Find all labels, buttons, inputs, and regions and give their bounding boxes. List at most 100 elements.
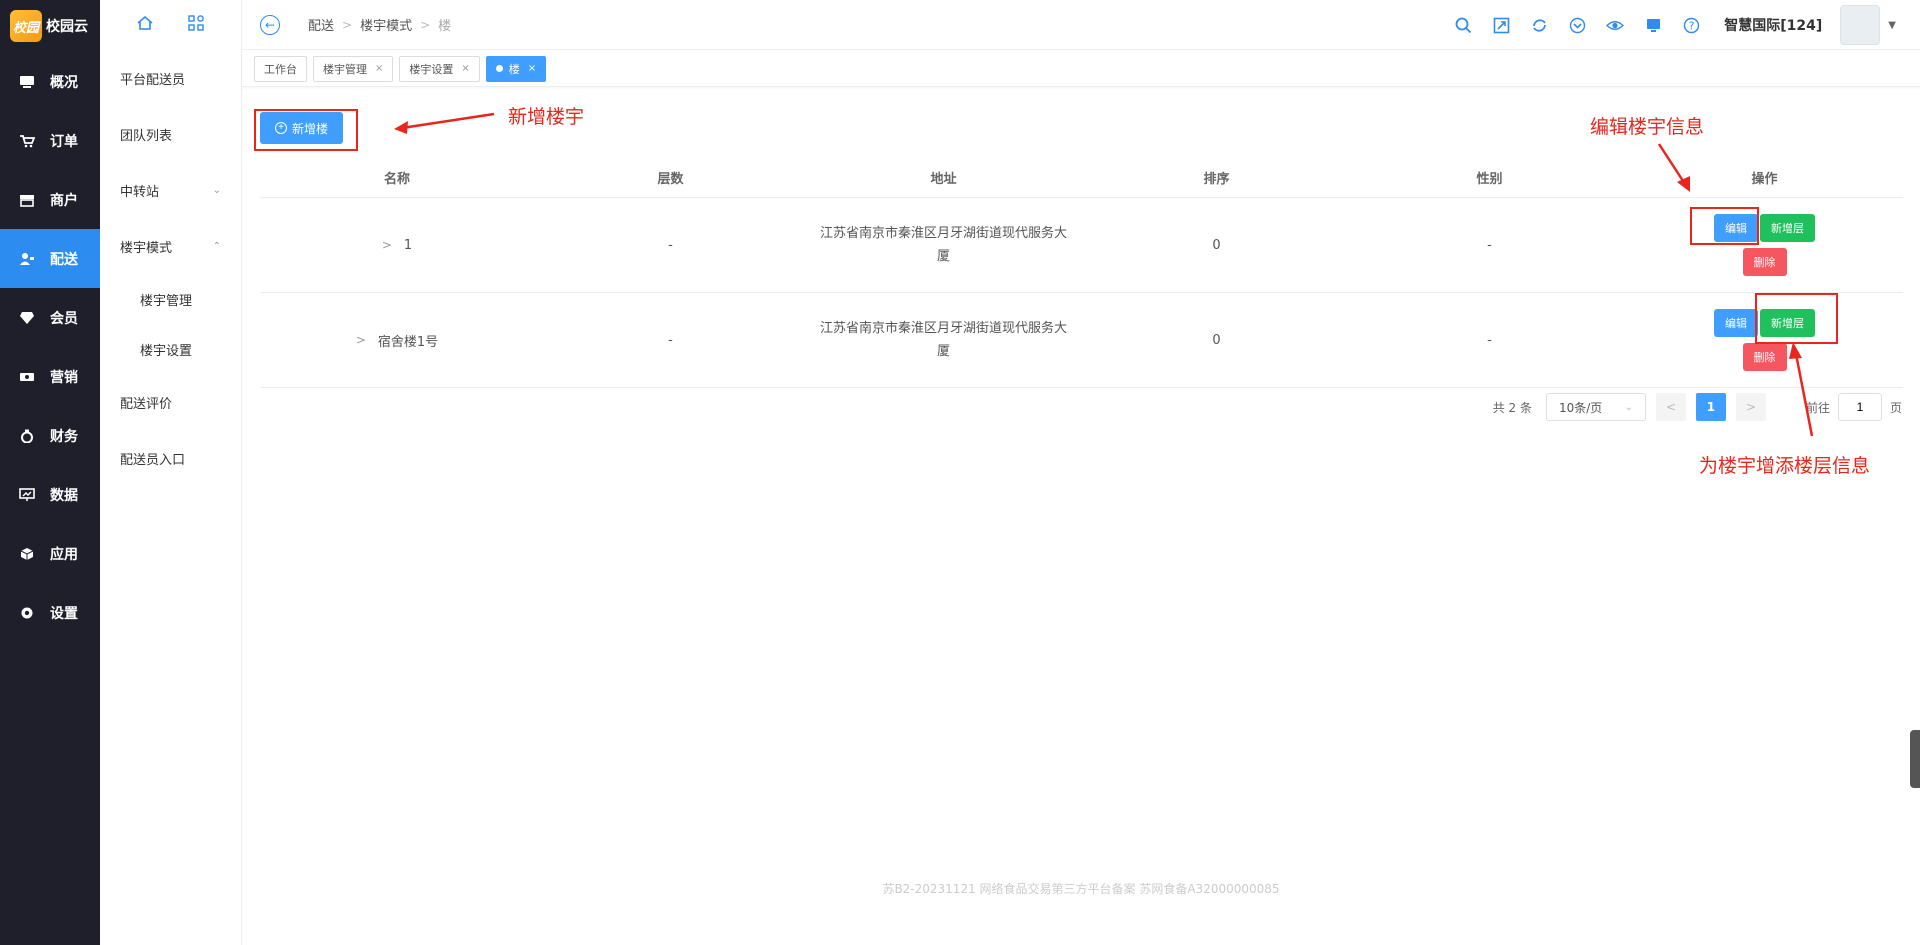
chevron-circle-icon[interactable] — [1568, 16, 1586, 34]
cell-address: 江苏省南京市秦淮区月牙湖街道现代服务大厦 — [819, 321, 1067, 359]
close-icon[interactable]: × — [528, 63, 536, 74]
subnav-courier-entrance[interactable]: 配送员入口 — [100, 430, 241, 486]
nav-item-label: 财务 — [50, 428, 78, 445]
breadcrumb-current: 楼 — [438, 19, 452, 34]
close-icon[interactable]: × — [461, 63, 469, 74]
app-logo[interactable]: 校园 校园云 — [0, 0, 100, 52]
subnav-delivery-reviews[interactable]: 配送评价 — [100, 374, 241, 430]
subnav-building-settings[interactable]: 楼宇设置 — [100, 324, 241, 374]
ticket-icon — [18, 369, 36, 385]
header-floors[interactable]: 层数 — [534, 168, 807, 187]
cell-name: > 宿舍楼1号 — [355, 333, 439, 350]
breadcrumb: 配送 > 楼宇模式 > 楼 — [308, 15, 452, 35]
refresh-icon[interactable] — [1530, 16, 1548, 34]
org-name[interactable]: 智慧国际[124] — [1724, 15, 1822, 35]
nav-item-label: 设置 — [50, 605, 78, 622]
cart-icon — [18, 133, 36, 149]
tabs-bar: 工作台 楼宇管理 × 楼宇设置 × 楼 × — [242, 51, 1920, 87]
home-icon[interactable] — [136, 14, 154, 36]
eye-icon[interactable] — [1606, 16, 1625, 34]
nav-item-8[interactable]: 应用 — [0, 524, 100, 583]
caret-down-icon[interactable]: ▼ — [1888, 20, 1896, 31]
page-size-select[interactable]: 10条/页 ⌄ — [1545, 393, 1646, 421]
nav-item-label: 数据 — [50, 487, 78, 504]
chart-screen-icon — [18, 487, 36, 503]
nav-item-3[interactable]: 配送 — [0, 229, 100, 288]
pagination: 共 2 条 10条/页⌄ < 1 > 前往 页 — [1493, 393, 1902, 421]
annotation-arrow — [1789, 342, 1814, 437]
sub-sidebar: 平台配送员 团队列表 中转站 ⌄ 楼宇模式 ⌃ 楼宇管理 楼宇设置 配送评价 配送员… — [100, 0, 242, 945]
close-icon[interactable]: × — [375, 63, 383, 74]
chevron-down-icon: ⌄ — [212, 184, 221, 196]
nav-item-6[interactable]: 财务 — [0, 406, 100, 465]
expand-chevron-icon[interactable]: > — [356, 333, 366, 347]
help-icon[interactable]: ? — [1682, 16, 1700, 34]
nav-item-label: 订单 — [50, 133, 78, 150]
header-name[interactable]: 名称 — [260, 168, 534, 187]
tab-workbench[interactable]: 工作台 — [254, 55, 307, 82]
nav-item-label: 商户 — [50, 192, 78, 209]
back-arrow-icon[interactable]: ← — [260, 14, 280, 35]
fullscreen-icon[interactable] — [1492, 16, 1510, 34]
cell-sort: 0 — [1212, 237, 1221, 253]
desktop-icon[interactable] — [1644, 16, 1662, 34]
svg-text:?: ? — [1688, 19, 1694, 32]
main-sidebar: 校园 校园云 概况订单商户配送会员营销财务数据应用设置 — [0, 0, 100, 945]
header-gender[interactable]: 性别 — [1353, 168, 1626, 187]
breadcrumb-item[interactable]: 楼宇模式 — [360, 15, 412, 34]
nav-item-5[interactable]: 营销 — [0, 347, 100, 406]
monitor-icon — [18, 74, 36, 90]
nav-item-label: 配送 — [50, 251, 78, 268]
edit-button[interactable]: 编辑 — [1714, 309, 1758, 337]
tab-building[interactable]: 楼 × — [485, 55, 547, 82]
active-dot-icon — [495, 65, 503, 72]
store-icon — [18, 192, 36, 208]
nav-list: 概况订单商户配送会员营销财务数据应用设置 — [0, 52, 100, 642]
nav-item-label: 会员 — [50, 310, 78, 327]
nav-item-1[interactable]: 订单 — [0, 111, 100, 170]
nav-item-7[interactable]: 数据 — [0, 465, 100, 524]
breadcrumb-item[interactable]: 配送 — [308, 15, 334, 34]
annotation-arrow — [394, 112, 495, 134]
cell-name: >1 — [381, 237, 413, 253]
add-floor-button[interactable]: 新增层 — [1760, 214, 1815, 242]
main-content: + 新增楼 名称 层数 地址 排序 性别 操作 >1 - 江苏省南京市秦淮区月牙湖… — [242, 88, 1920, 918]
cube-icon — [18, 546, 36, 562]
delete-button[interactable]: 删除 — [1742, 343, 1787, 371]
cell-floors: - — [668, 332, 673, 348]
goto-page-input[interactable] — [1837, 393, 1882, 421]
footer-license: 苏B2-20231121 网络食品交易第三方平台备案 苏网食备A32000000… — [882, 882, 1280, 896]
tab-building-settings[interactable]: 楼宇设置 × — [399, 55, 480, 82]
annotation-add-floor-info: 为楼宇增添楼层信息 — [1699, 455, 1871, 477]
page-number-button[interactable]: 1 — [1695, 393, 1726, 421]
cell-gender: - — [1487, 237, 1492, 253]
nav-item-2[interactable]: 商户 — [0, 170, 100, 229]
money-bag-icon — [18, 428, 36, 444]
tab-building-management[interactable]: 楼宇管理 × — [313, 55, 394, 82]
subnav-building-mode[interactable]: 楼宇模式 ⌃ — [100, 218, 241, 274]
table-row: > 宿舍楼1号 - 江苏省南京市秦淮区月牙湖街道现代服务大厦 0 - 编辑 新增层… — [260, 293, 1903, 388]
side-drawer-handle[interactable] — [1910, 730, 1920, 788]
subnav-team-list[interactable]: 团队列表 — [100, 106, 241, 162]
avatar[interactable] — [1840, 5, 1881, 45]
breadcrumb-separator: > — [420, 17, 431, 32]
chevron-up-icon: ⌃ — [212, 240, 221, 252]
subnav-platform-couriers[interactable]: 平台配送员 — [100, 50, 241, 106]
nav-item-0[interactable]: 概况 — [0, 52, 100, 111]
cell-gender: - — [1487, 332, 1492, 348]
search-icon[interactable] — [1454, 16, 1472, 34]
subnav-transfer-station[interactable]: 中转站 ⌄ — [100, 162, 241, 218]
header-sort[interactable]: 排序 — [1080, 168, 1353, 187]
apps-grid-icon[interactable] — [187, 14, 205, 36]
nav-item-4[interactable]: 会员 — [0, 288, 100, 347]
annotation-edit-info: 编辑楼宇信息 — [1590, 116, 1705, 138]
annotation-box-edit — [1690, 207, 1759, 245]
nav-item-9[interactable]: 设置 — [0, 583, 100, 642]
delete-button[interactable]: 删除 — [1742, 248, 1787, 276]
annotation-arrow — [1657, 143, 1690, 192]
expand-chevron-icon[interactable]: > — [382, 238, 392, 252]
subnav-building-management[interactable]: 楼宇管理 — [100, 274, 241, 324]
prev-page-button[interactable]: < — [1655, 393, 1686, 421]
next-page-button[interactable]: > — [1735, 393, 1766, 421]
header-address[interactable]: 地址 — [807, 168, 1080, 187]
